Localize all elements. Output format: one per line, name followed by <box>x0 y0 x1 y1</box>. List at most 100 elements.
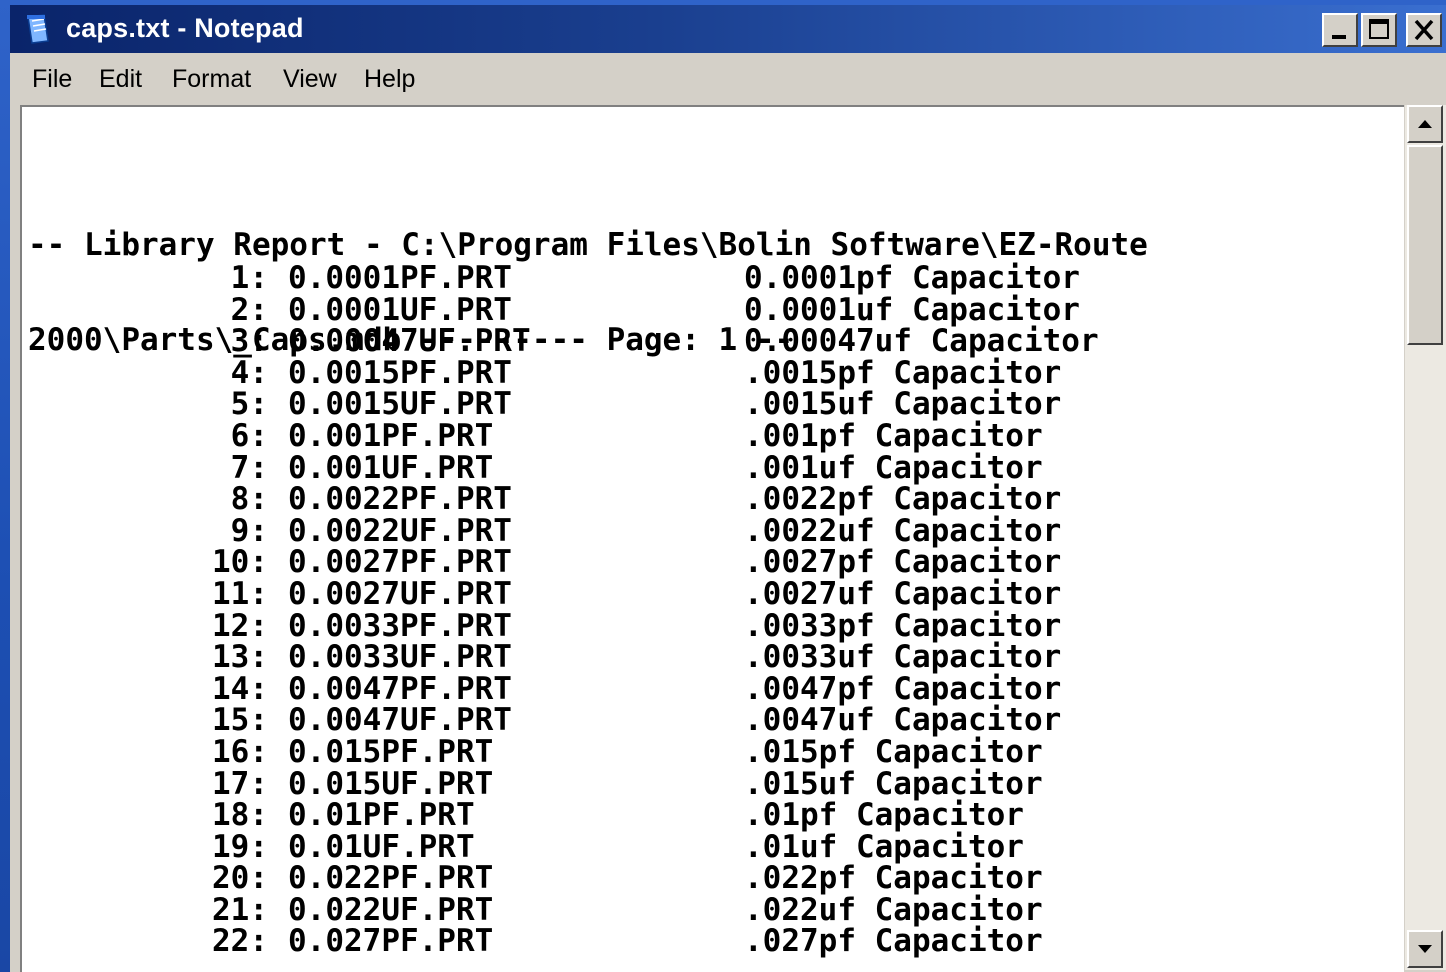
notepad-icon[interactable] <box>24 13 54 45</box>
part-filename: 0.01UF.PRT <box>288 828 475 865</box>
part-filename: 0.0033PF.PRT <box>288 607 512 644</box>
menu-help[interactable]: Help <box>364 65 415 94</box>
list-item: 6: 0.001PF.PRT .001pf Capacitor <box>28 417 1398 454</box>
report-header-line-1: -- Library Report - C:\Program Files\Bol… <box>28 227 1148 264</box>
part-filename: 0.0027PF.PRT <box>288 544 512 581</box>
row-number: 12: <box>212 607 268 644</box>
part-filename: 0.022PF.PRT <box>288 860 494 897</box>
menu-bar: File Edit Format View Help <box>10 53 1446 103</box>
scroll-down-button[interactable] <box>1407 930 1443 968</box>
part-description: .001pf Capacitor <box>744 417 1043 454</box>
row-number: 18: <box>212 797 268 834</box>
list-item: 13: 0.0033UF.PRT .0033uf Capacitor <box>28 642 1398 674</box>
part-description: .015pf Capacitor <box>744 733 1043 770</box>
maximize-button[interactable] <box>1361 13 1397 47</box>
part-filename: 0.015UF.PRT <box>288 765 494 802</box>
list-item: 22: 0.027PF.PRT .027pf Capacitor <box>28 926 1398 958</box>
document-text[interactable]: -- Library Report - C:\Program Files\Bol… <box>28 167 1398 957</box>
part-description: .015uf Capacitor <box>744 765 1043 802</box>
row-number: 5: <box>230 386 268 423</box>
part-description: .0033uf Capacitor <box>744 639 1062 676</box>
scroll-up-arrow-icon <box>1418 120 1432 128</box>
minimize-button[interactable] <box>1322 13 1358 47</box>
list-item: 10: 0.0027PF.PRT .0027pf Capacitor <box>28 547 1398 579</box>
window-title: caps.txt - Notepad <box>66 13 304 43</box>
list-item: 17: 0.015UF.PRT .015uf Capacitor <box>28 765 1398 802</box>
part-filename: 0.0001PF.PRT <box>288 260 512 296</box>
part-description: .0033pf Capacitor <box>744 607 1062 644</box>
part-description: .0027uf Capacitor <box>744 575 1062 612</box>
part-filename: 0.0001UF.PRT <box>288 291 512 328</box>
part-filename: 0.0022UF.PRT <box>288 512 512 549</box>
row-number: 16: <box>212 733 268 770</box>
part-filename: 0.00047UF.PRT <box>288 323 531 360</box>
part-description: .0015pf Capacitor <box>744 354 1062 391</box>
part-description: .0015uf Capacitor <box>744 386 1062 423</box>
part-filename: 0.0047UF.PRT <box>288 702 512 739</box>
row-number: 6: <box>230 417 268 454</box>
notepad-window: caps.txt - Notepad File Edit Format View… <box>10 5 1446 972</box>
part-description: .022pf Capacitor <box>744 860 1043 897</box>
row-number: 11: <box>212 575 268 612</box>
part-description: .0047uf Capacitor <box>744 702 1062 739</box>
part-description: .001uf Capacitor <box>744 449 1043 486</box>
row-number: 22: <box>212 923 268 960</box>
part-filename: 0.022UF.PRT <box>288 891 494 928</box>
close-button[interactable] <box>1406 13 1442 47</box>
row-number: 14: <box>212 670 268 707</box>
part-filename: 0.0033UF.PRT <box>288 639 512 676</box>
part-description: 0.0001uf Capacitor <box>744 291 1080 328</box>
list-item: 19: 0.01UF.PRT .01uf Capacitor <box>28 828 1398 865</box>
list-item: 1: 0.0001PF.PRT 0.0001pf Capacitor <box>28 260 1398 296</box>
editor-frame: -- Library Report - C:\Program Files\Bol… <box>10 103 1446 972</box>
part-description: .0047pf Capacitor <box>744 670 1062 707</box>
list-item: 8: 0.0022PF.PRT .0022pf Capacitor <box>28 484 1398 516</box>
title-bar[interactable]: caps.txt - Notepad <box>10 5 1446 53</box>
part-filename: 0.01PF.PRT <box>288 797 475 834</box>
row-number: 4: <box>230 354 268 391</box>
vertical-scrollbar[interactable] <box>1405 105 1446 970</box>
row-number: 2: <box>230 291 268 328</box>
minimize-icon <box>1332 35 1346 39</box>
row-number: 13: <box>212 639 268 676</box>
row-number: 7: <box>230 449 268 486</box>
menu-view[interactable]: View <box>283 65 337 94</box>
parts-list: 1: 0.0001PF.PRT 0.0001pf Capacitor 2: 0.0001… <box>28 260 1398 958</box>
list-item: 4: 0.0015PF.PRT .0015pf Capacitor <box>28 354 1398 391</box>
row-number: 1: <box>230 260 268 296</box>
menu-edit[interactable]: Edit <box>99 65 142 94</box>
row-number: 15: <box>212 702 268 739</box>
list-item: 12: 0.0033PF.PRT .0033pf Capacitor <box>28 607 1398 644</box>
part-description: .01pf Capacitor <box>744 797 1024 834</box>
part-description: .027pf Capacitor <box>744 923 1043 960</box>
part-filename: 0.0027UF.PRT <box>288 575 512 612</box>
list-item: 20: 0.022PF.PRT .022pf Capacitor <box>28 863 1398 895</box>
part-description: 0.00047uf Capacitor <box>744 323 1099 360</box>
list-item: 16: 0.015PF.PRT .015pf Capacitor <box>28 733 1398 770</box>
list-item: 18: 0.01PF.PRT .01pf Capacitor <box>28 797 1398 834</box>
list-item: 11: 0.0027UF.PRT .0027uf Capacitor <box>28 575 1398 612</box>
part-description: .0027pf Capacitor <box>744 544 1062 581</box>
row-number: 3: <box>230 323 268 360</box>
menu-file[interactable]: File <box>32 65 72 94</box>
row-number: 20: <box>212 860 268 897</box>
text-editor[interactable]: -- Library Report - C:\Program Files\Bol… <box>20 105 1404 972</box>
part-filename: 0.0022PF.PRT <box>288 481 512 518</box>
close-icon <box>1414 19 1434 41</box>
list-item: 9: 0.0022UF.PRT .0022uf Capacitor <box>28 512 1398 549</box>
row-number: 17: <box>212 765 268 802</box>
list-item: 15: 0.0047UF.PRT .0047uf Capacitor <box>28 705 1398 737</box>
scroll-up-button[interactable] <box>1407 105 1443 143</box>
part-filename: 0.0047PF.PRT <box>288 670 512 707</box>
list-item: 7: 0.001UF.PRT .001uf Capacitor <box>28 449 1398 486</box>
scroll-down-arrow-icon <box>1418 945 1432 953</box>
list-item: 5: 0.0015UF.PRT .0015uf Capacitor <box>28 389 1398 421</box>
part-description: 0.0001pf Capacitor <box>744 260 1080 296</box>
part-filename: 0.0015PF.PRT <box>288 354 512 391</box>
menu-format[interactable]: Format <box>172 65 251 94</box>
part-description: .0022uf Capacitor <box>744 512 1062 549</box>
scroll-thumb[interactable] <box>1407 145 1443 345</box>
row-number: 21: <box>212 891 268 928</box>
list-item: 2: 0.0001UF.PRT 0.0001uf Capacitor <box>28 291 1398 328</box>
row-number: 9: <box>230 512 268 549</box>
